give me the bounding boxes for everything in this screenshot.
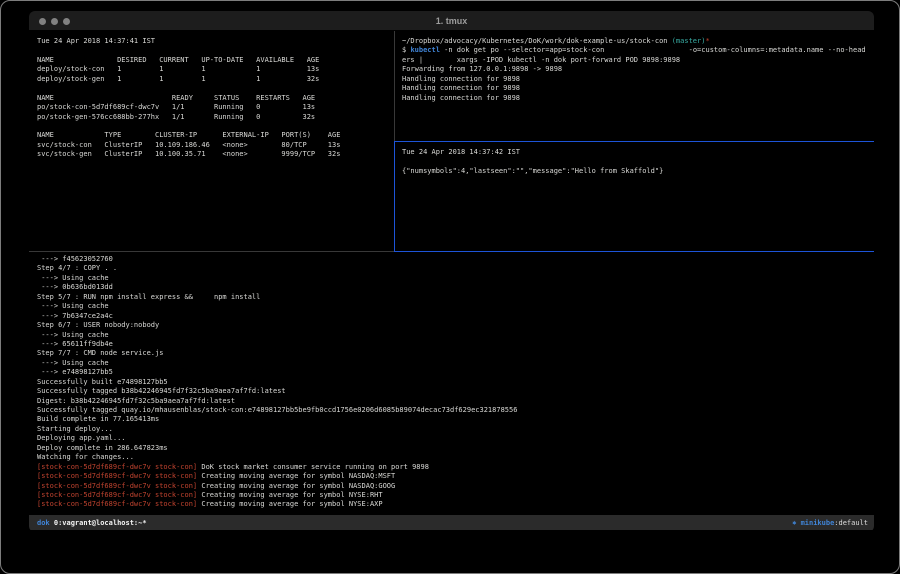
pane-port-forward[interactable]: ~/Dropbox/advocacy/Kubernetes/DoK/work/d… bbox=[395, 31, 874, 141]
pane-border-vertical-active bbox=[394, 141, 395, 252]
minimize-button-icon[interactable] bbox=[51, 18, 58, 25]
terminal-line: ---> Using cache bbox=[37, 359, 874, 368]
kube-namespace: :default bbox=[834, 519, 868, 527]
terminal-line bbox=[37, 122, 394, 131]
terminal-line: Tue 24 Apr 2018 14:37:42 IST bbox=[402, 148, 874, 157]
session-name: dok bbox=[37, 519, 54, 527]
terminal-line: ---> Using cache bbox=[37, 274, 874, 283]
pane-border-horizontal-active-bottom bbox=[394, 251, 874, 252]
terminal-line: ---> 65611ff9db4e bbox=[37, 340, 874, 349]
terminal-line: [stock-con-5d7df689cf-dwc7v stock-con] C… bbox=[37, 500, 874, 509]
terminal-line: ---> 0b636bd013dd bbox=[37, 283, 874, 292]
terminal-line: ---> 7b6347ce2a4c bbox=[37, 312, 874, 321]
terminal-line: svc/stock-gen ClusterIP 10.100.35.71 <no… bbox=[37, 150, 394, 159]
terminal-line bbox=[402, 157, 874, 166]
terminal-line: NAME DESIRED CURRENT UP-TO-DATE AVAILABL… bbox=[37, 56, 394, 65]
terminal-line: Successfully tagged quay.io/mhausenblas/… bbox=[37, 406, 874, 415]
terminal-body: Tue 24 Apr 2018 14:37:41 IST NAME DESIRED… bbox=[29, 31, 874, 531]
terminal-line: ---> Using cache bbox=[37, 302, 874, 311]
terminal-line: po/stock-gen-576cc688bb-277hx 1/1 Runnin… bbox=[37, 113, 394, 122]
terminal-line: Step 4/7 : COPY . . bbox=[37, 264, 874, 273]
window-list-item[interactable]: 0:vagrant@localhost:~* bbox=[54, 519, 147, 527]
tmux-status-bar: dok 0:vagrant@localhost:~* ⎈ minikube :d… bbox=[29, 515, 874, 530]
pane-border-vertical-inactive bbox=[394, 31, 395, 141]
terminal-line: ---> f45623052760 bbox=[37, 255, 874, 264]
terminal-line: ---> Using cache bbox=[37, 331, 874, 340]
terminal-line: po/stock-con-5d7df689cf-dwc7v 1/1 Runnin… bbox=[37, 103, 394, 112]
terminal-line bbox=[37, 46, 394, 55]
traffic-lights bbox=[39, 11, 70, 31]
window-titlebar[interactable]: 1. tmux bbox=[29, 11, 874, 31]
terminal-line: Step 6/7 : USER nobody:nobody bbox=[37, 321, 874, 330]
kube-context: minikube bbox=[801, 519, 835, 527]
terminal-line: ers | xargs -IPOD kubectl -n dok port-fo… bbox=[402, 56, 874, 65]
pane-skaffold-build-log[interactable]: ---> f45623052760Step 4/7 : COPY . . ---… bbox=[29, 252, 874, 514]
terminal-line: [stock-con-5d7df689cf-dwc7v stock-con] D… bbox=[37, 463, 874, 472]
pane-border-horizontal-active-top bbox=[395, 141, 874, 142]
terminal-line: Handling connection for 9898 bbox=[402, 84, 874, 93]
terminal-line: ---> e74898127bb5 bbox=[37, 368, 874, 377]
terminal-line: Successfully tagged b38b42246945fd7f32c5… bbox=[37, 387, 874, 396]
pane-service-response[interactable]: Tue 24 Apr 2018 14:37:42 IST {"numsymbols… bbox=[395, 142, 874, 251]
terminal-line: $ kubectl -n dok get po --selector=app=s… bbox=[402, 46, 874, 55]
terminal-line: Deploy complete in 286.647823ms bbox=[37, 444, 874, 453]
close-button-icon[interactable] bbox=[39, 18, 46, 25]
pane-border-horizontal-inactive bbox=[29, 251, 394, 252]
terminal-window: 1. tmux Tue 24 Apr 2018 14:37:41 IST NAME… bbox=[29, 11, 874, 532]
terminal-line: Step 7/7 : CMD node service.js bbox=[37, 349, 874, 358]
terminal-line: NAME READY STATUS RESTARTS AGE bbox=[37, 94, 394, 103]
terminal-line: Step 5/7 : RUN npm install express && np… bbox=[37, 293, 874, 302]
terminal-line: Tue 24 Apr 2018 14:37:41 IST bbox=[37, 37, 394, 46]
terminal-line: Digest: b38b42246945fd7f32c5ba9aea7af7fd… bbox=[37, 397, 874, 406]
terminal-line bbox=[37, 84, 394, 93]
pane-kubectl-resources[interactable]: Tue 24 Apr 2018 14:37:41 IST NAME DESIRED… bbox=[29, 31, 394, 251]
terminal-line: svc/stock-con ClusterIP 10.109.186.46 <n… bbox=[37, 141, 394, 150]
terminal-line: [stock-con-5d7df689cf-dwc7v stock-con] C… bbox=[37, 491, 874, 500]
screenshot-frame: 1. tmux Tue 24 Apr 2018 14:37:41 IST NAME… bbox=[0, 0, 900, 574]
zoom-button-icon[interactable] bbox=[63, 18, 70, 25]
helm-wheel-icon: ⎈ bbox=[792, 519, 800, 527]
terminal-line: deploy/stock-gen 1 1 1 1 32s bbox=[37, 75, 394, 84]
terminal-line: Deploying app.yaml... bbox=[37, 434, 874, 443]
terminal-line: [stock-con-5d7df689cf-dwc7v stock-con] C… bbox=[37, 472, 874, 481]
terminal-line: [stock-con-5d7df689cf-dwc7v stock-con] C… bbox=[37, 482, 874, 491]
terminal-line: Starting deploy... bbox=[37, 425, 874, 434]
terminal-line: Build complete in 77.165413ms bbox=[37, 415, 874, 424]
window-title: 1. tmux bbox=[29, 16, 874, 26]
terminal-line: deploy/stock-con 1 1 1 1 13s bbox=[37, 65, 394, 74]
terminal-line: Forwarding from 127.0.0.1:9898 -> 9898 bbox=[402, 65, 874, 74]
terminal-line: Successfully built e74898127bb5 bbox=[37, 378, 874, 387]
terminal-line: NAME TYPE CLUSTER-IP EXTERNAL-IP PORT(S)… bbox=[37, 131, 394, 140]
terminal-line: Handling connection for 9898 bbox=[402, 75, 874, 84]
terminal-line: ~/Dropbox/advocacy/Kubernetes/DoK/work/d… bbox=[402, 37, 874, 46]
terminal-line: Watching for changes... bbox=[37, 453, 874, 462]
terminal-line: Handling connection for 9898 bbox=[402, 94, 874, 103]
terminal-line: {"numsymbols":4,"lastseen":"","message":… bbox=[402, 167, 874, 176]
